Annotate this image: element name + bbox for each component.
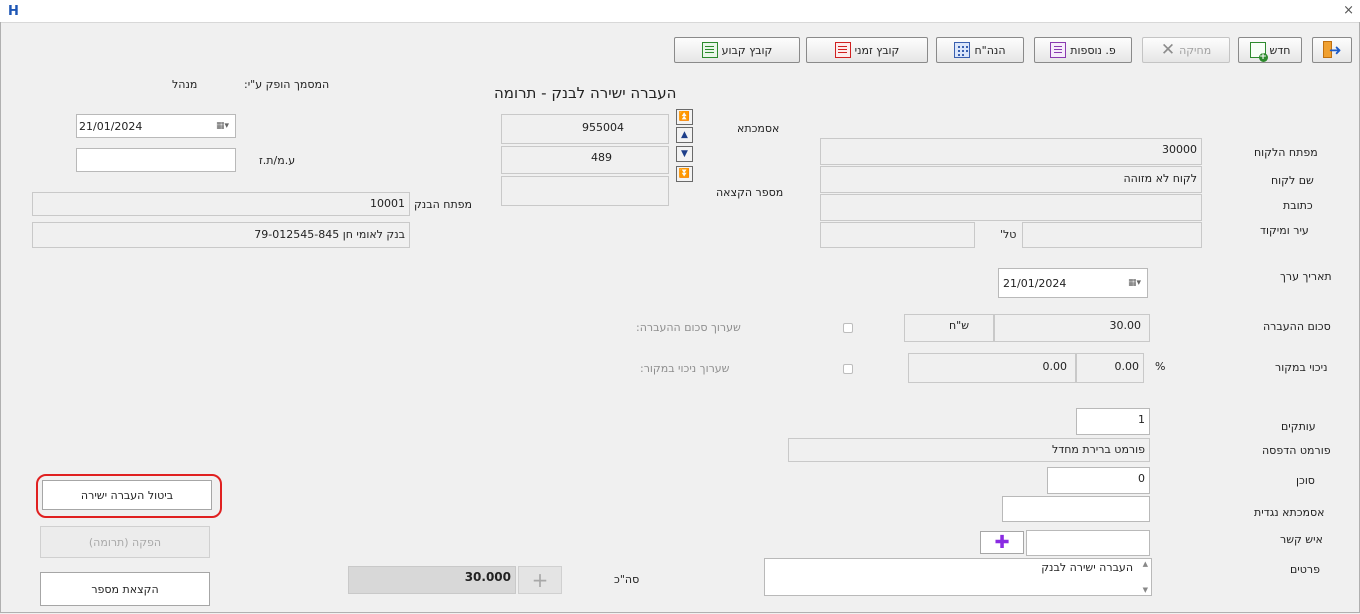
issued-by-value: מנהל xyxy=(172,78,198,91)
contact-label: איש קשר xyxy=(1280,533,1323,546)
customer-name-label: שם לקוח xyxy=(1271,174,1314,187)
delete-x-icon: ✕ xyxy=(1160,40,1176,60)
allocation-number-label: מספר הקצאה xyxy=(716,186,784,199)
down-arrow-icon: ▼ xyxy=(681,148,688,159)
delete-button[interactable]: ✕ מחיקה xyxy=(1142,37,1230,63)
revalue-withholding-checkbox[interactable] xyxy=(843,364,853,374)
voucher-field: 955004 xyxy=(501,114,669,144)
previous-record-button[interactable]: ▲ xyxy=(676,127,693,143)
scroll-up-icon[interactable]: ▲ xyxy=(1143,560,1148,568)
withholding-amount-field: 0.00 xyxy=(908,353,1076,383)
more-details-button[interactable]: פ. נוספות xyxy=(1034,37,1132,63)
app-logo-icon: H xyxy=(8,4,19,19)
total-plus-icon: + xyxy=(531,568,549,592)
delete-label: מחיקה xyxy=(1179,43,1212,57)
voucher-label: אסמכתא xyxy=(737,122,780,135)
scroll-down-icon[interactable]: ▼ xyxy=(1143,586,1148,594)
withholding-label: ניכוי במקור xyxy=(1275,361,1328,374)
bank-account-field: בנק לאומי חן 79-012545-845 xyxy=(32,222,410,248)
fixed-file-button[interactable]: קובץ קבוע xyxy=(674,37,800,63)
currency-field: ש"ח xyxy=(904,314,994,342)
plus-icon: ✚ xyxy=(994,531,1010,553)
id-number-label: ע.מ/ת.ז xyxy=(259,154,296,167)
next-record-button[interactable]: ▼ xyxy=(676,146,693,162)
cancel-direct-transfer-label: ביטול העברה ישירה xyxy=(80,488,174,502)
document-icon xyxy=(1050,42,1067,58)
issued-by-label: המסמך הופק ע"י: xyxy=(244,78,330,91)
allocate-number-label: הקצאת מספר xyxy=(91,582,159,596)
temp-file-button[interactable]: קובץ זמני xyxy=(806,37,928,63)
temp-file-label: קובץ זמני xyxy=(854,43,900,57)
exit-door-icon: ➜ xyxy=(1321,40,1343,60)
revalue-amount-checkbox[interactable] xyxy=(843,323,853,333)
new-label: חדש xyxy=(1269,43,1291,57)
page-title: העברה ישירה לבנק - תרומה xyxy=(494,84,677,102)
cancel-direct-transfer-button[interactable]: ביטול העברה ישירה xyxy=(42,480,212,510)
revalue-withholding-label: שערוך ניכוי במקור: xyxy=(640,362,730,375)
close-window-button[interactable]: × xyxy=(1343,3,1354,18)
total-field: 30.000 xyxy=(348,566,516,594)
new-document-icon xyxy=(1249,42,1268,62)
counter-voucher-label: אסמכתא נגדית xyxy=(1254,506,1325,519)
up-arrow-icon: ▲ xyxy=(681,129,688,140)
agent-field[interactable]: 0 xyxy=(1047,467,1150,494)
calculator-icon xyxy=(954,42,971,58)
withholding-percent-field: 0.00 xyxy=(1076,353,1144,383)
details-textarea[interactable]: העברה ישירה לבנק ▲ ▼ xyxy=(764,558,1152,596)
print-format-label: פורמט הדפסה xyxy=(1262,444,1331,457)
value-date-value: 21/01/2024 xyxy=(1003,277,1067,290)
address-label: כתובת xyxy=(1283,199,1313,212)
contact-field[interactable] xyxy=(1026,530,1150,556)
copies-field[interactable]: 1 xyxy=(1076,408,1150,435)
last-arrow-icon: ⏬ xyxy=(678,168,691,179)
issue-donation-label: הפקה (תרומה) xyxy=(88,535,162,549)
transfer-amount-label: סכום ההעברה xyxy=(1263,320,1331,333)
phone-label: טל' xyxy=(1000,228,1017,241)
city-zip-field xyxy=(820,222,975,248)
new-button[interactable]: חדש xyxy=(1238,37,1302,63)
allocate-number-button[interactable]: הקצאת מספר xyxy=(40,572,210,606)
last-record-button[interactable]: ⏬ xyxy=(676,166,693,182)
journal-label: הנה"ח xyxy=(974,43,1006,57)
sheet-check-icon xyxy=(701,42,718,58)
journal-button[interactable]: הנה"ח xyxy=(936,37,1024,63)
value-date-picker[interactable]: 21/01/2024 ▦▾ xyxy=(998,268,1148,298)
bank-key-label: מפתח הבנק xyxy=(414,198,473,211)
total-label: סה"כ xyxy=(614,573,640,586)
second-number-field: 489 xyxy=(501,146,669,174)
phone-field xyxy=(1022,222,1202,248)
print-format-field[interactable]: פורמט ברירת מחדל xyxy=(788,438,1150,462)
add-contact-button[interactable]: ✚ xyxy=(980,531,1024,554)
details-label: פרטים xyxy=(1290,563,1320,576)
transfer-amount-field: 30.00 xyxy=(994,314,1150,342)
percent-sign: % xyxy=(1155,360,1166,373)
exit-button[interactable]: ➜ xyxy=(1312,37,1352,63)
value-date-label: תאריך ערך xyxy=(1280,270,1332,283)
id-number-field[interactable] xyxy=(76,148,236,172)
counter-voucher-field[interactable] xyxy=(1002,496,1150,522)
customer-name-field: לקוח לא מזוהה xyxy=(820,166,1202,193)
allocation-number-field xyxy=(501,176,669,206)
address-field xyxy=(820,194,1202,221)
title-bar xyxy=(0,0,1360,23)
bank-key-field: 10001 xyxy=(32,192,410,216)
document-date-value: 21/01/2024 xyxy=(79,120,143,133)
issue-donation-button[interactable]: הפקה (תרומה) xyxy=(40,526,210,558)
first-arrow-icon: ⏫ xyxy=(678,111,691,122)
fixed-file-label: קובץ קבוע xyxy=(721,43,773,57)
copies-label: עותקים xyxy=(1281,420,1316,433)
sheet-refresh-icon xyxy=(834,42,851,58)
calendar-dropdown-icon[interactable]: ▦▾ xyxy=(216,121,229,131)
value-date-calendar-icon[interactable]: ▦▾ xyxy=(1128,278,1141,288)
total-add-button[interactable]: + xyxy=(518,566,562,594)
agent-label: סוכן xyxy=(1296,474,1315,487)
document-date-picker[interactable]: 21/01/2024 ▦▾ xyxy=(76,114,236,138)
more-details-label: פ. נוספות xyxy=(1070,43,1116,57)
revalue-amount-label: שערוך סכום ההעברה: xyxy=(636,321,741,334)
first-record-button[interactable]: ⏫ xyxy=(676,109,693,125)
customer-key-field: 30000 xyxy=(820,138,1202,165)
customer-key-label: מפתח הלקוח xyxy=(1254,146,1318,159)
city-zip-label: עיר ומיקוד xyxy=(1260,224,1309,237)
